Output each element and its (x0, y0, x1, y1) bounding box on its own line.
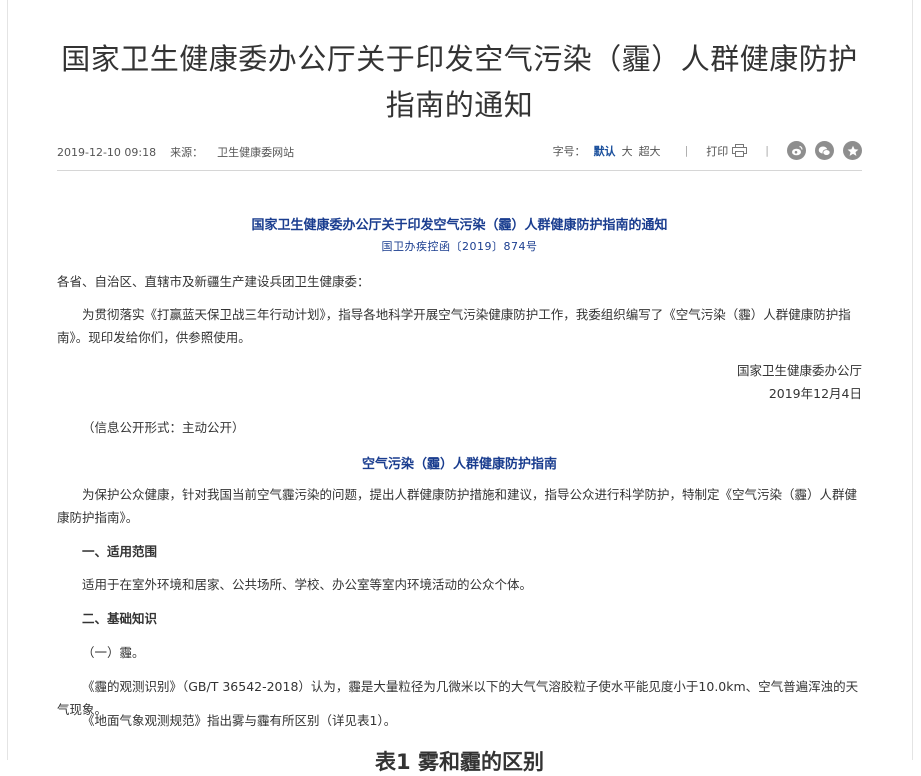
wechat-icon[interactable] (815, 141, 834, 160)
document-header: 国家卫生健康委办公厅关于印发空气污染（霾）人群健康防护指南的通知 (251, 218, 668, 233)
font-size-label: 字号： (552, 144, 586, 158)
meta-info: 2019-12-10 09:18 来源： 卫生健康委网站 (57, 144, 308, 160)
toolbar-divider: | (684, 144, 689, 157)
font-size-xlarge-button[interactable]: 超大 (639, 143, 661, 159)
printer-icon (732, 144, 748, 157)
guide-title: 空气污染（霾）人群健康防护指南 (361, 457, 557, 472)
section-2-sub-1: （一）霾。 (82, 645, 145, 660)
toolbar-divider-2: | (765, 144, 769, 157)
weibo-icon[interactable] (787, 141, 806, 160)
favorite-icon[interactable] (843, 141, 862, 160)
notice-body: 为贯彻落实《打赢蓝天保卫战三年行动计划》，指导各地科学开展空气污染健康防护工作，… (57, 307, 851, 345)
section-2-para-2: 《地面气象观测规范》指出雾与霾有所区别（详见表1）。 (82, 713, 397, 728)
font-size-default-button[interactable]: 默认 (594, 143, 616, 159)
addressee: 各省、自治区、直辖市及新疆生产建设兵团卫生健康委： (57, 274, 370, 289)
article: 国家卫生健康委办公厅关于印发空气污染（霾）人群健康防护指南的通知 2019-12… (57, 0, 862, 774)
publish-date: 2019-12-10 09:18 (57, 146, 157, 159)
sign-date: 2019年12月4日 (768, 386, 862, 401)
font-size-large-button[interactable]: 大 (622, 143, 633, 159)
section-2-title: 二、基础知识 (82, 611, 158, 626)
meta-divider (57, 170, 862, 171)
table-1-title: 表1 雾和霾的区别 (375, 750, 544, 774)
document-number: 国卫办疾控函〔2019〕874号 (381, 240, 538, 253)
article-toolbar: 字号： 默认 大 超大 | 打印 | (553, 141, 862, 160)
signature: 国家卫生健康委办公厅 (736, 363, 862, 378)
guide-intro: 为保护公众健康，针对我国当前空气霾污染的问题，提出人群健康防护措施和建议，指导公… (57, 487, 858, 525)
share-group (787, 141, 862, 160)
source-label: 来源： (170, 146, 204, 159)
print-button[interactable]: 打印 (706, 143, 748, 159)
disclosure-note: （信息公开形式：主动公开） (82, 420, 245, 435)
section-1-body: 适用于在室外环境和居家、公共场所、学校、办公室等室内环境活动的公众个体。 (82, 577, 533, 592)
section-1-title: 一、适用范围 (82, 544, 158, 559)
article-meta: 2019-12-10 09:18 来源： 卫生健康委网站 字号： 默认 大 超大 |… (57, 141, 862, 161)
source-name: 卫生健康委网站 (217, 146, 295, 159)
print-label: 打印 (706, 144, 729, 158)
page-title: 国家卫生健康委办公厅关于印发空气污染（霾）人群健康防护指南的通知 (61, 42, 858, 122)
